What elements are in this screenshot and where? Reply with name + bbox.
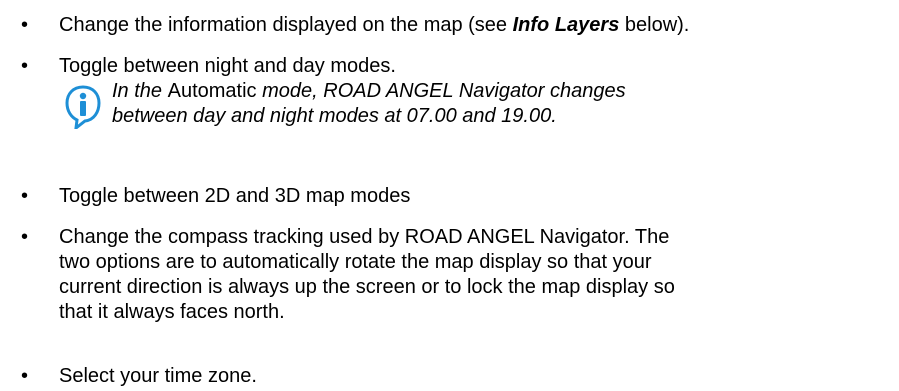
item-text-line: Change the compass tracking used by ROAD…	[59, 226, 670, 248]
info-icon	[65, 85, 101, 129]
item-text: Change the compass tracking used by ROAD…	[59, 225, 894, 325]
item-text-after: below).	[619, 14, 690, 36]
item-text: Toggle between night and day modes.	[59, 55, 396, 77]
note-line-2: between day and night modes at 07.00 and…	[112, 105, 557, 127]
note-line-1-after: mode, ROAD ANGEL Navigator changes	[256, 80, 626, 102]
note-line-1: In the Automatic mode, ROAD ANGEL Naviga…	[112, 79, 626, 104]
bullet: •	[21, 14, 29, 36]
note-line-1-before: In the	[112, 80, 168, 102]
manual-page: • Change the information displayed on th…	[0, 0, 899, 391]
info-layers-reference: Info Layers	[512, 14, 620, 36]
item-text-before: Change the information displayed on the …	[59, 14, 513, 36]
bullet: •	[21, 365, 29, 387]
bullet: •	[21, 226, 29, 248]
item-text: Toggle between 2D and 3D map modes	[59, 185, 411, 207]
item-text-line: that it always faces north.	[59, 301, 285, 323]
automatic-mode-label: Automatic	[167, 80, 257, 102]
item-text-line: two options are to automatically rotate …	[59, 251, 652, 273]
bullet: •	[21, 55, 29, 77]
note-text: In the Automatic mode, ROAD ANGEL Naviga…	[112, 79, 626, 129]
info-note: In the Automatic mode, ROAD ANGEL Naviga…	[65, 79, 895, 139]
item-text-line: current direction is always up the scree…	[59, 276, 675, 298]
bullet: •	[21, 185, 29, 207]
item-text: Change the information displayed on the …	[59, 13, 894, 38]
item-text: Select your time zone.	[59, 365, 257, 387]
